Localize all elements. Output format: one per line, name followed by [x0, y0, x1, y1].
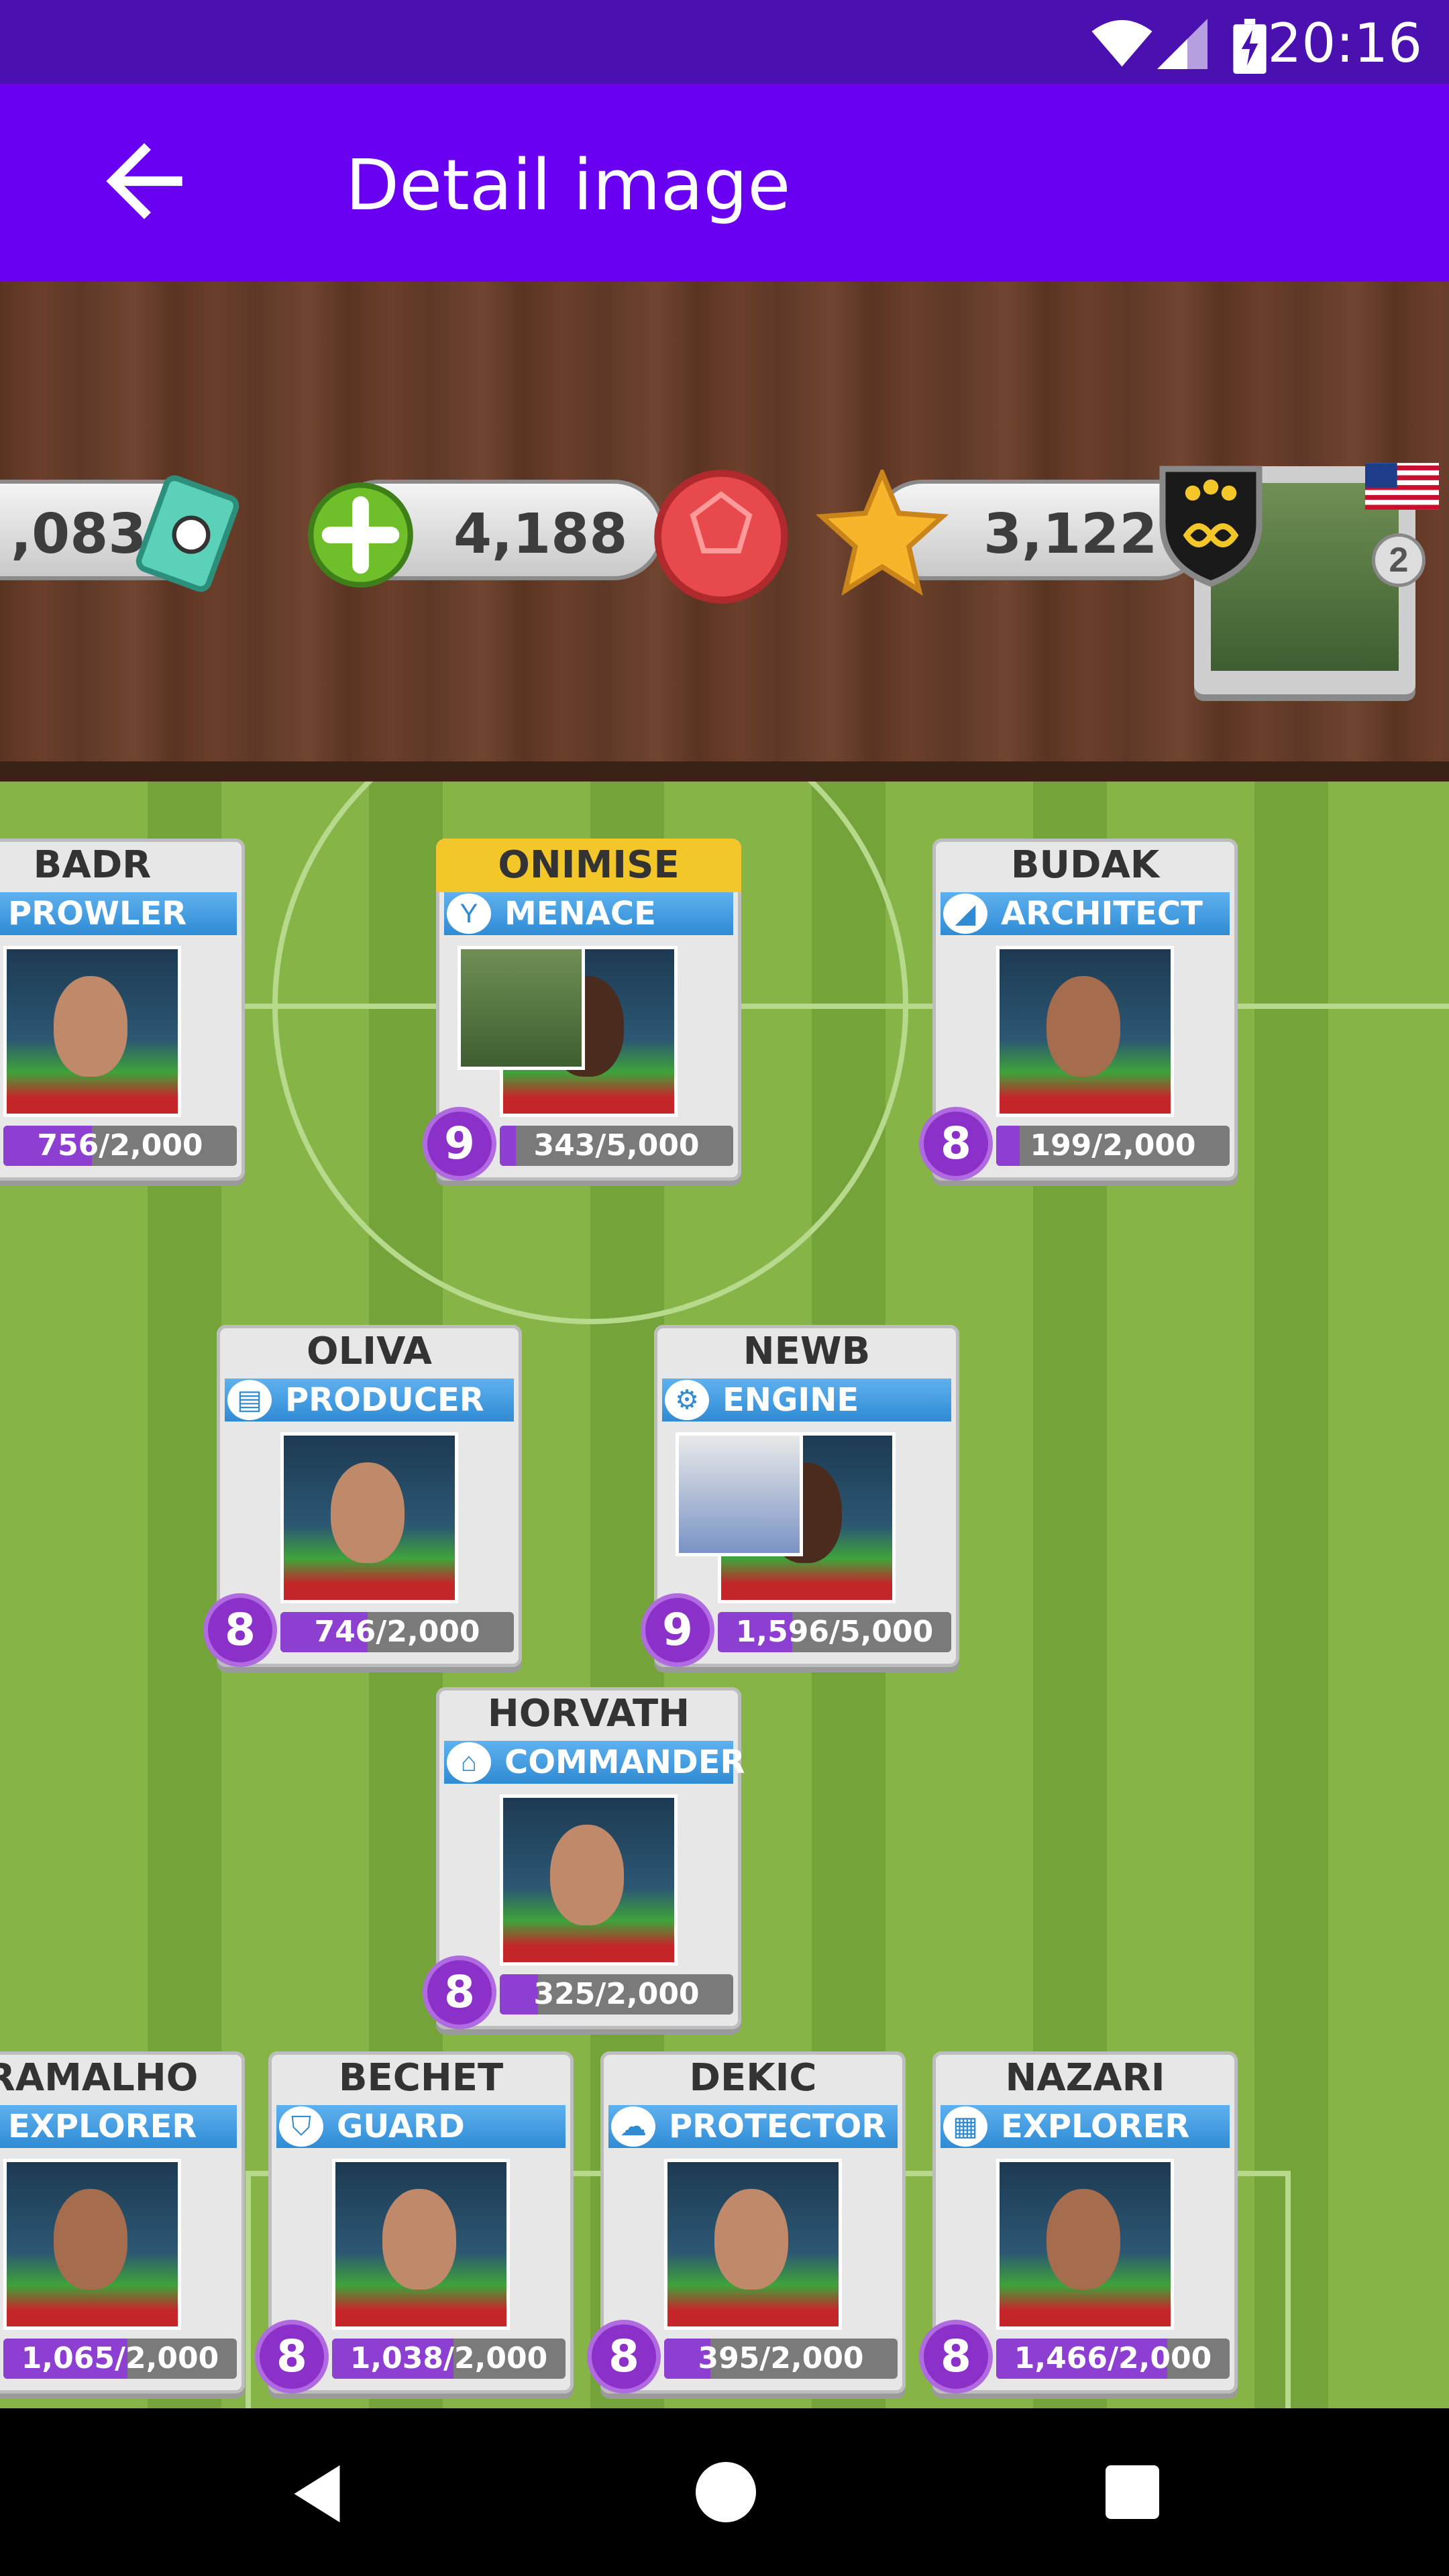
player-card[interactable]: NEWB ENGINE ⚙ 1,596/5,000 9: [641, 1325, 959, 1667]
player-name: RAMALHO: [0, 2056, 199, 2100]
player-card[interactable]: RAMALHO EXPLORER 1,065/2,000: [0, 2051, 245, 2394]
level-badge: 8: [203, 1593, 277, 1667]
player-card[interactable]: OLIVA PRODUCER ▤ 746/2,000 8: [203, 1325, 522, 1667]
status-bar: 20:16: [0, 0, 1449, 84]
wood-header: ,083 4,188 3,122 2: [0, 282, 1449, 782]
level-badge: 8: [255, 2320, 329, 2394]
xp-progress-bar: 756/2,000: [3, 1126, 237, 1166]
captain-hat-icon: ⌂: [447, 1742, 491, 1782]
player-portrait: [996, 946, 1174, 1117]
player-portrait: [280, 1432, 458, 1603]
nav-recents-icon[interactable]: [1106, 2465, 1159, 2519]
level-badge: 9: [641, 1593, 714, 1667]
shield-icon: ⛉: [279, 2106, 323, 2147]
battery-charging-icon: [1233, 19, 1267, 74]
add-plus-icon[interactable]: [305, 480, 416, 590]
nav-back-icon[interactable]: [288, 2462, 345, 2526]
xp-progress-bar: 343/5,000: [500, 1126, 733, 1166]
xp-progress-bar: 1,466/2,000: [996, 2339, 1230, 2379]
player-card[interactable]: BECHET GUARD ⛉ 1,038/2,000 8: [255, 2051, 574, 2394]
player-portrait: [500, 1794, 678, 1966]
player-name: NEWB: [743, 1330, 871, 1373]
player-portrait: [332, 2159, 510, 2330]
app-bar: Detail image: [0, 84, 1449, 282]
player-portrait: [664, 2159, 842, 2330]
ball-icon: [654, 470, 788, 604]
player-name: ONIMISE: [436, 839, 741, 892]
cellular-signal-icon: [1157, 19, 1208, 69]
player-card[interactable]: BUDAK ARCHITECT ◢ 199/2,000 8: [919, 839, 1238, 1181]
player-name: DEKIC: [689, 2056, 817, 2100]
player-portrait: [3, 2159, 181, 2330]
navigation-bar: [0, 2408, 1449, 2576]
cash-icon: [136, 475, 239, 592]
player-name: NAZARI: [1005, 2056, 1165, 2100]
player-name: HORVATH: [487, 1692, 690, 1735]
xp-progress-bar: 1,596/5,000: [718, 1612, 951, 1652]
menace-role-icon: Y: [447, 894, 491, 934]
detail-image: ,083 4,188 3,122 2 BADR PROWLER 756/2,00…: [0, 282, 1449, 2408]
level-badge: 8: [423, 1955, 496, 2029]
shield-infinity-icon: [1159, 466, 1263, 587]
level-badge: 8: [919, 1107, 993, 1181]
cash-value: ,083: [11, 502, 147, 566]
app-bar-title: Detail image: [345, 144, 791, 226]
star-icon: [815, 470, 949, 596]
player-photo: [676, 1432, 803, 1556]
xp-progress-bar: 1,065/2,000: [3, 2339, 237, 2379]
wifi-icon: [1091, 19, 1152, 67]
stars-value: 3,122: [983, 502, 1158, 566]
profile-badge[interactable]: 2: [1159, 463, 1439, 694]
gear-icon: ⚙: [665, 1380, 709, 1420]
player-card[interactable]: DEKIC PROTECTOR ☁ 395/2,000 8: [587, 2051, 906, 2394]
nav-home-icon[interactable]: [696, 2462, 756, 2522]
xp-progress-bar: 395/2,000: [664, 2339, 898, 2379]
player-name: BUDAK: [1010, 843, 1160, 887]
level-badge: 9: [423, 1107, 496, 1181]
xp-progress-bar: 746/2,000: [280, 1612, 514, 1652]
player-name: OLIVA: [306, 1330, 432, 1373]
xp-progress-bar: 1,038/2,000: [332, 2339, 566, 2379]
player-portrait: [3, 946, 181, 1117]
player-card[interactable]: NAZARI EXPLORER ▦ 1,466/2,000 8: [919, 2051, 1238, 2394]
balls-value: 4,188: [453, 502, 628, 566]
map-icon: ▦: [943, 2106, 987, 2147]
level-badge: 8: [919, 2320, 993, 2394]
player-role: PROWLER: [0, 892, 237, 935]
producer-role-icon: ▤: [227, 1380, 272, 1420]
player-card[interactable]: BADR PROWLER 756/2,000: [0, 839, 245, 1181]
us-flag-icon: [1365, 463, 1439, 510]
xp-progress-bar: 199/2,000: [996, 1126, 1230, 1166]
back-arrow-icon[interactable]: [80, 124, 208, 238]
player-photo: [458, 946, 585, 1070]
player-portrait: [996, 2159, 1174, 2330]
player-name: BECHET: [338, 2056, 504, 2100]
rank-medal: 2: [1372, 533, 1426, 587]
status-time: 20:16: [1267, 12, 1422, 74]
cloud-icon: ☁: [611, 2106, 655, 2147]
player-name: BADR: [33, 843, 152, 887]
player-card[interactable]: HORVATH COMMANDER ⌂ 325/2,000 8: [423, 1687, 745, 2029]
player-card[interactable]: ONIMISE MENACE Y 343/5,000 9: [423, 839, 741, 1181]
level-badge: 8: [587, 2320, 661, 2394]
player-role: EXPLORER: [0, 2105, 237, 2148]
architect-role-icon: ◢: [943, 894, 987, 934]
xp-progress-bar: 325/2,000: [500, 1974, 733, 2015]
